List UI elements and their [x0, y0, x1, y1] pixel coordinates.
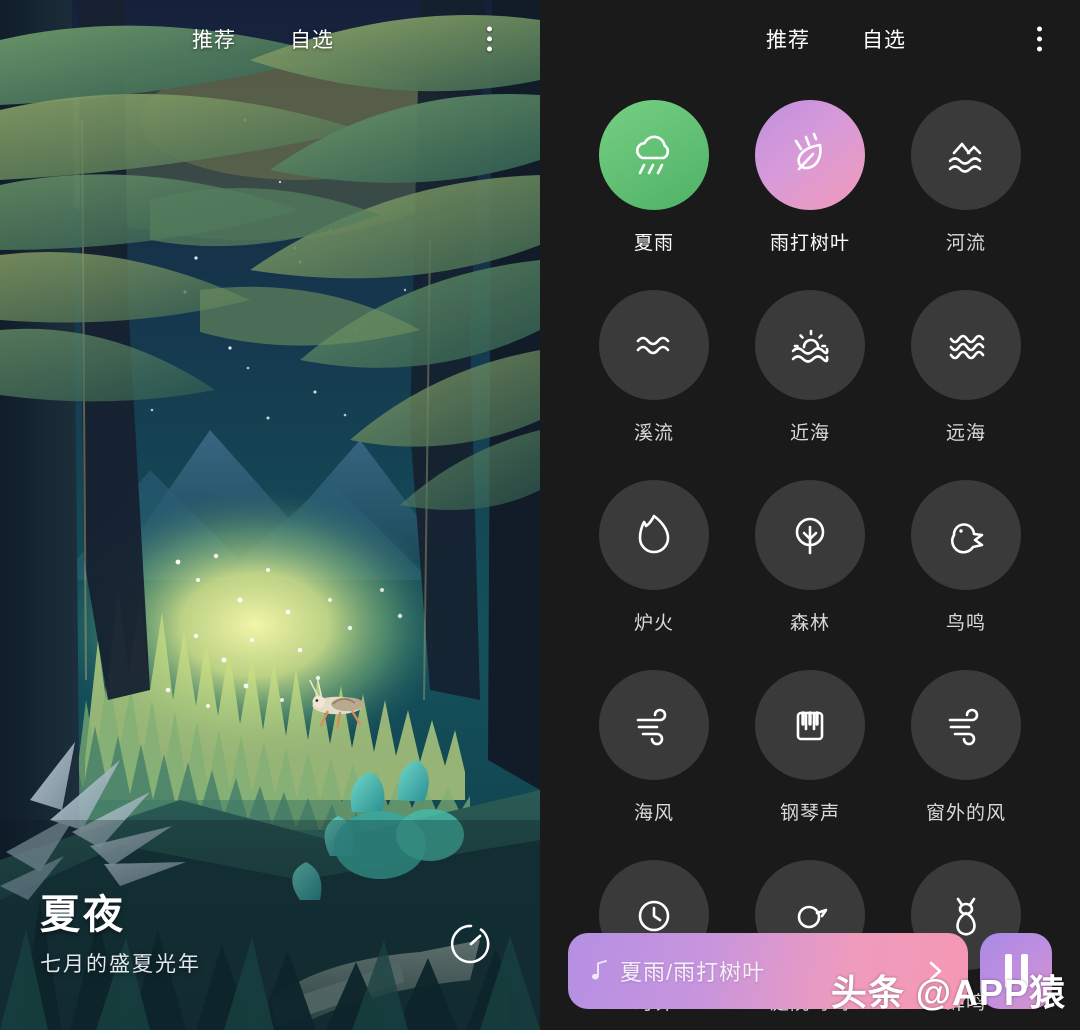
kebab-dot: [1037, 46, 1042, 52]
tab-custom-left[interactable]: 自选: [290, 24, 334, 54]
sound-label: 溪流: [633, 423, 674, 444]
kebab-dot: [487, 36, 492, 42]
sound-cell-7[interactable]: 森林: [732, 480, 888, 670]
night-forest-illustration: [0, 0, 540, 1030]
right-top-bar: 推荐 自选: [540, 0, 1080, 78]
sound-cell-1[interactable]: 雨打树叶: [732, 100, 888, 290]
tab-recommend[interactable]: 推荐: [766, 24, 810, 54]
sound-label: 森林: [789, 613, 830, 634]
sound-label: 海风: [633, 803, 674, 824]
pause-button[interactable]: [980, 933, 1052, 1009]
sound-circle[interactable]: [755, 290, 865, 400]
sound-cell-0[interactable]: 夏雨: [576, 100, 732, 290]
scene-preview-panel[interactable]: 推荐 自选 夏夜 七月的盛夏光年: [0, 0, 540, 1030]
stream-waves-icon: [636, 336, 670, 355]
sound-label: 河流: [945, 233, 986, 254]
sound-label: 夏雨: [633, 233, 674, 254]
chevron-right-icon[interactable]: [924, 957, 946, 985]
sound-label: 远海: [945, 423, 986, 444]
kebab-dot: [1037, 36, 1042, 42]
sound-cell-10[interactable]: 钢琴声: [732, 670, 888, 860]
kebab-dot: [487, 46, 492, 52]
sound-circle[interactable]: [911, 480, 1021, 590]
sound-cell-4[interactable]: 近海: [732, 290, 888, 480]
sound-cell-9[interactable]: 海风: [576, 670, 732, 860]
kebab-menu-icon[interactable]: [1037, 26, 1042, 52]
sound-cell-6[interactable]: 炉火: [576, 480, 732, 670]
bird-icon: [951, 523, 984, 554]
fire-icon: [638, 514, 670, 554]
sound-circle[interactable]: [599, 480, 709, 590]
music-note-icon: [590, 959, 610, 983]
sound-cell-2[interactable]: 河流: [888, 100, 1044, 290]
scene-title: 夏夜: [40, 893, 126, 937]
now-playing-bar[interactable]: 夏雨/雨打树叶: [568, 933, 968, 1009]
sound-circle[interactable]: [911, 290, 1021, 400]
wind-icon: [636, 708, 667, 746]
app-root: 推荐 自选 夏夜 七月的盛夏光年 推荐 自选 夏雨 雨打树叶 河流 溪流 近海 …: [0, 0, 1080, 1030]
sound-circle[interactable]: [599, 100, 709, 210]
sound-label: 钢琴声: [779, 803, 840, 824]
sound-label: 雨打树叶: [769, 233, 850, 254]
left-top-bar: 推荐 自选: [0, 0, 540, 78]
sound-label: 窗外的风: [925, 803, 1006, 824]
piano-icon: [796, 711, 824, 741]
kebab-dot: [1037, 26, 1042, 32]
rain-cloud-icon: [635, 135, 670, 175]
player-bar-container: 夏雨/雨打树叶: [540, 912, 1080, 1030]
pause-icon: [1004, 954, 1028, 988]
sound-label: 鸟鸣: [945, 613, 986, 634]
tree-icon: [795, 517, 825, 555]
tab-recommend-left[interactable]: 推荐: [192, 24, 236, 54]
sound-mixer-panel: 推荐 自选 夏雨雨打树叶河流溪流近海远海炉火森林鸟鸣海风钢琴声窗外的风时钟庭院鸟…: [540, 0, 1080, 1030]
sound-cell-5[interactable]: 远海: [888, 290, 1044, 480]
sound-circle[interactable]: [911, 670, 1021, 780]
tab-custom[interactable]: 自选: [862, 24, 906, 54]
sound-cell-3[interactable]: 溪流: [576, 290, 732, 480]
leaf-rain-icon: [794, 132, 822, 171]
sound-circle[interactable]: [755, 480, 865, 590]
sound-label: 近海: [789, 423, 830, 444]
kebab-dot: [487, 26, 492, 32]
river-icon: [948, 142, 982, 173]
sound-circle[interactable]: [599, 290, 709, 400]
deep-sea-icon: [949, 334, 985, 360]
sound-label: 炉火: [633, 613, 674, 634]
pause-bar: [1004, 954, 1012, 988]
kebab-menu-icon-left[interactable]: [487, 26, 492, 52]
wind-icon: [948, 708, 979, 746]
sound-grid: 夏雨雨打树叶河流溪流近海远海炉火森林鸟鸣海风钢琴声窗外的风时钟庭院鸟鸣蝉鸣: [540, 78, 1080, 1030]
sound-circle[interactable]: [911, 100, 1021, 210]
sun-sea-icon: [791, 329, 829, 363]
scene-subtitle: 七月的盛夏光年: [40, 953, 201, 976]
sound-cell-8[interactable]: 鸟鸣: [888, 480, 1044, 670]
sound-circle[interactable]: [755, 100, 865, 210]
sound-circle[interactable]: [755, 670, 865, 780]
pause-bar: [1020, 954, 1028, 988]
scene-caption: 夏夜 七月的盛夏光年: [40, 882, 201, 978]
sound-circle[interactable]: [599, 670, 709, 780]
timer-icon[interactable]: [447, 920, 495, 968]
now-playing-text: 夏雨/雨打树叶: [620, 960, 766, 985]
sound-cell-11[interactable]: 窗外的风: [888, 670, 1044, 860]
